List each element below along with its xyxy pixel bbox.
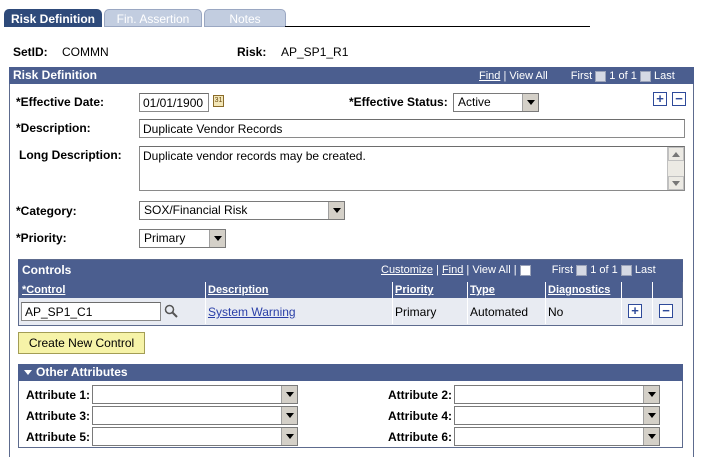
chevron-down-icon[interactable] xyxy=(643,428,659,445)
create-new-control-button[interactable]: Create New Control xyxy=(18,332,145,354)
chevron-down-icon[interactable] xyxy=(281,428,297,445)
find-link[interactable]: Find xyxy=(479,70,500,82)
attribute-4-label: Attribute 4: xyxy=(388,409,452,423)
effective-date-label: *Effective Date: xyxy=(16,95,105,109)
first-label: First xyxy=(570,70,593,82)
chevron-down-icon[interactable] xyxy=(281,386,297,403)
tab-divider xyxy=(285,26,590,27)
attribute-1-select[interactable] xyxy=(92,385,298,404)
textarea-scrollbar[interactable] xyxy=(667,147,684,190)
category-value: SOX/Financial Risk xyxy=(144,203,248,217)
last-label: Last xyxy=(634,264,656,276)
attribute-6-label: Attribute 6: xyxy=(388,430,452,444)
long-description-label: Long Description: xyxy=(19,148,122,162)
col-divider xyxy=(205,282,206,324)
column-control[interactable]: *Control xyxy=(19,282,206,298)
control-description-link[interactable]: System Warning xyxy=(208,305,296,319)
attribute-1-label: Attribute 1: xyxy=(26,388,90,402)
attribute-2-select[interactable] xyxy=(454,385,660,404)
nav-sep: | xyxy=(513,264,517,276)
tab-risk-definition[interactable]: Risk Definition xyxy=(4,9,102,27)
calendar-icon[interactable]: 31 xyxy=(213,95,224,107)
chevron-down-icon[interactable] xyxy=(281,407,297,424)
chevron-down-icon[interactable] xyxy=(643,386,659,403)
column-type[interactable]: Type xyxy=(467,282,545,298)
priority-select[interactable]: Primary xyxy=(139,229,226,248)
controls-title: Controls xyxy=(22,263,72,277)
category-label: *Category: xyxy=(16,204,77,218)
delete-row-icon[interactable]: − xyxy=(659,304,673,318)
effective-status-select[interactable]: Active xyxy=(453,93,539,112)
attribute-6-select[interactable] xyxy=(454,427,660,446)
scroll-up-icon[interactable] xyxy=(668,147,684,161)
chevron-down-icon[interactable] xyxy=(328,202,344,219)
setid-value: COMMN xyxy=(62,45,109,59)
collapse-icon[interactable] xyxy=(24,370,32,376)
nav-sep: | xyxy=(503,70,507,82)
attribute-2-label: Attribute 2: xyxy=(388,388,452,402)
column-diagnostics[interactable]: Diagnostics xyxy=(545,282,622,298)
control-type: Automated xyxy=(470,305,529,319)
control-priority: Primary xyxy=(395,305,437,319)
next-arrow-icon[interactable] xyxy=(639,70,651,82)
view-all-link[interactable]: View All xyxy=(472,264,510,276)
view-all-link[interactable]: View All xyxy=(509,70,547,82)
control-input[interactable]: AP_SP1_C1 xyxy=(21,302,161,321)
attribute-3-label: Attribute 3: xyxy=(26,409,90,423)
effective-date-input[interactable]: 01/01/1900 xyxy=(139,93,209,112)
col-divider xyxy=(392,282,393,324)
chevron-down-icon[interactable] xyxy=(643,407,659,424)
prev-arrow-icon[interactable] xyxy=(576,264,588,276)
add-row-icon[interactable]: + xyxy=(653,92,667,106)
attribute-3-select[interactable] xyxy=(92,406,298,425)
tab-notes[interactable]: Notes xyxy=(204,9,286,27)
priority-label: *Priority: xyxy=(16,231,67,245)
row-count: 1 of 1 xyxy=(609,70,637,82)
last-label: Last xyxy=(653,70,675,82)
effective-status-label: *Effective Status: xyxy=(349,95,448,109)
col-divider xyxy=(467,282,468,324)
tab-fin-assertion[interactable]: Fin. Assertion xyxy=(104,9,202,27)
row-count: 1 of 1 xyxy=(590,264,618,276)
description-input[interactable]: Duplicate Vendor Records xyxy=(139,119,685,138)
description-label: *Description: xyxy=(16,121,91,135)
scroll-down-icon[interactable] xyxy=(668,176,684,190)
priority-value: Primary xyxy=(144,231,186,245)
other-attributes-header[interactable]: Other Attributes xyxy=(18,364,683,381)
next-arrow-icon[interactable] xyxy=(620,264,632,276)
add-row-icon[interactable]: + xyxy=(628,304,642,318)
find-link[interactable]: Find xyxy=(442,264,463,276)
risk-def-nav: Find | View All First 1 of 1 Last xyxy=(479,70,675,82)
nav-sep: | xyxy=(466,264,470,276)
setid-label: SetID: xyxy=(13,45,48,59)
first-label: First xyxy=(551,264,574,276)
col-divider xyxy=(545,282,546,324)
col-divider xyxy=(621,282,622,324)
category-select[interactable]: SOX/Financial Risk xyxy=(139,201,345,220)
attribute-5-label: Attribute 5: xyxy=(26,430,90,444)
column-description[interactable]: Description xyxy=(205,282,392,298)
risk-label: Risk: xyxy=(237,45,267,59)
search-icon[interactable] xyxy=(164,304,178,318)
attribute-5-select[interactable] xyxy=(92,427,298,446)
chevron-down-icon[interactable] xyxy=(522,94,538,111)
attribute-4-select[interactable] xyxy=(454,406,660,425)
effective-status-value: Active xyxy=(458,95,491,109)
prev-arrow-icon[interactable] xyxy=(595,70,607,82)
grid-download-icon[interactable] xyxy=(519,264,531,276)
long-description-textarea[interactable]: Duplicate vendor records may be created. xyxy=(139,146,685,191)
risk-definition-title: Risk Definition xyxy=(13,68,98,82)
risk-value: AP_SP1_R1 xyxy=(281,45,349,59)
other-attributes-title: Other Attributes xyxy=(36,365,128,379)
column-priority[interactable]: Priority xyxy=(392,282,467,298)
customize-link[interactable]: Customize xyxy=(381,264,433,276)
col-divider xyxy=(652,282,653,324)
delete-row-icon[interactable]: − xyxy=(672,92,686,106)
nav-sep: | xyxy=(436,264,439,276)
controls-nav: Customize | Find | View All | First 1 of… xyxy=(381,264,656,276)
control-diagnostics: No xyxy=(548,305,564,319)
chevron-down-icon[interactable] xyxy=(209,230,225,247)
